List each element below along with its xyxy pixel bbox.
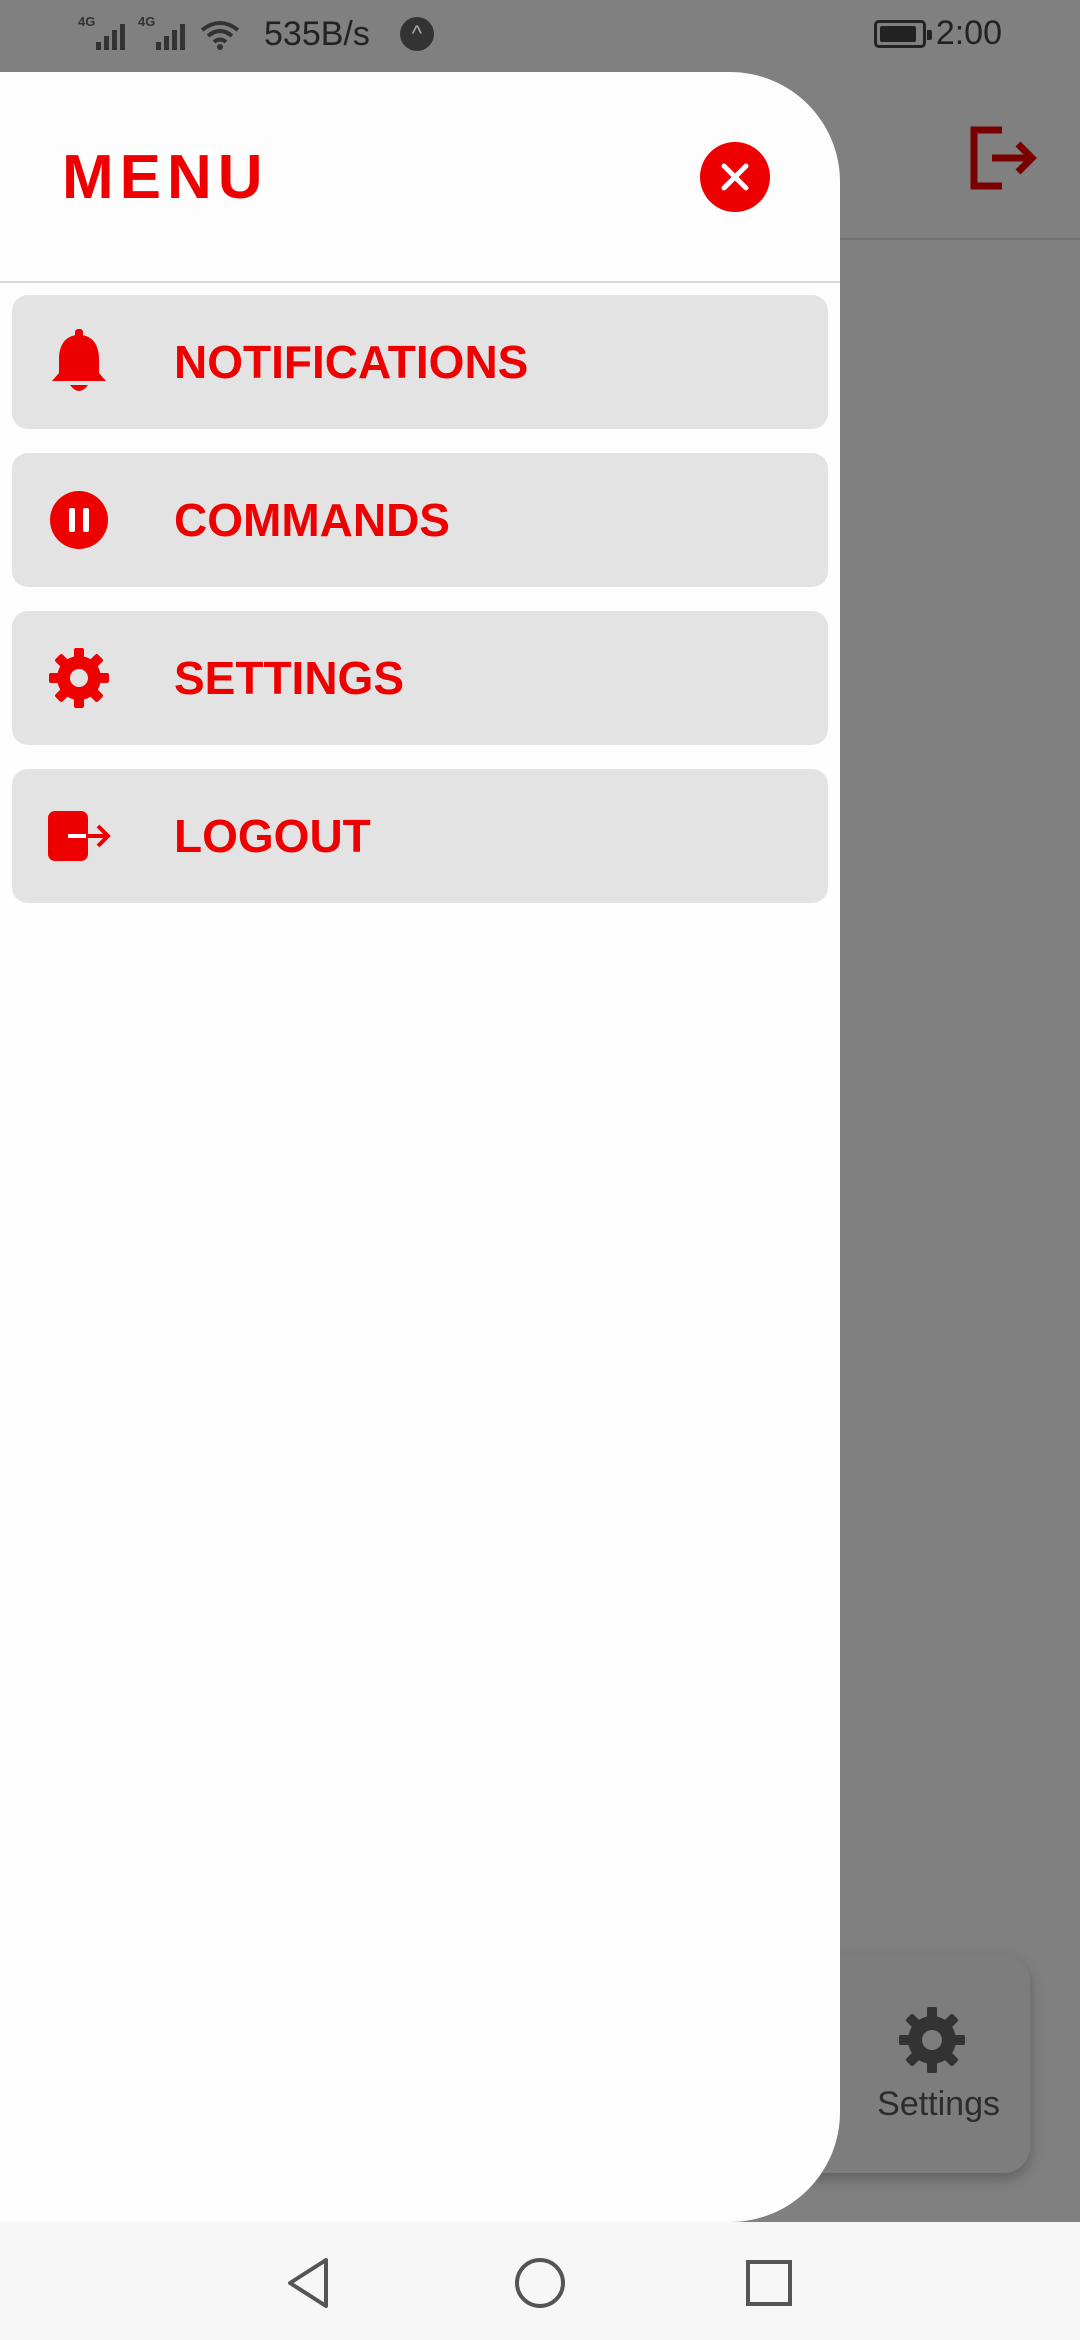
- menu-item-label: COMMANDS: [174, 494, 450, 546]
- wifi-icon: [200, 21, 240, 50]
- menu-item-commands[interactable]: COMMANDS: [12, 453, 828, 587]
- network-type-label: 4G: [138, 14, 156, 29]
- drawer-title: MENU: [62, 143, 269, 212]
- signal-icon: 4G: [78, 14, 130, 54]
- status-bar-left: 4G 4G 535B/s ^: [78, 14, 434, 54]
- caret-up-badge-icon: ^: [399, 17, 434, 51]
- menu-item-logout[interactable]: LOGOUT: [12, 769, 828, 903]
- bell-icon: [44, 327, 114, 397]
- navigation-drawer: MENU NOTIFICATIONS COMMANDS SETTINGS LOG…: [0, 72, 840, 2222]
- back-button[interactable]: [282, 2256, 336, 2310]
- status-bar: 4G 4G 535B/s ^ 2:00: [0, 0, 1080, 72]
- battery-level: [879, 25, 916, 42]
- battery-icon: [873, 19, 932, 48]
- gear-icon: [899, 2007, 965, 2073]
- menu-item-notifications[interactable]: NOTIFICATIONS: [12, 295, 828, 429]
- network-type-label: 4G: [78, 14, 96, 29]
- recents-button[interactable]: [742, 2256, 796, 2310]
- back-icon: [288, 2258, 328, 2308]
- pause-circle-icon: [44, 485, 114, 555]
- logout-icon: [970, 126, 1037, 190]
- logout-icon: [44, 801, 114, 871]
- clock: 2:00: [935, 14, 1002, 52]
- gear-icon: [44, 643, 114, 713]
- menu-item-label: SETTINGS: [174, 652, 405, 704]
- home-icon: [515, 2258, 565, 2308]
- close-button[interactable]: [700, 142, 770, 212]
- home-button[interactable]: [513, 2256, 567, 2310]
- drawer-header: MENU: [0, 72, 840, 283]
- recents-icon: [746, 2260, 792, 2306]
- signal-icon: 4G: [138, 14, 190, 54]
- menu-list: NOTIFICATIONS COMMANDS SETTINGS LOGOUT: [0, 283, 840, 903]
- close-icon: [721, 163, 749, 191]
- network-speed: 535B/s: [264, 14, 370, 53]
- system-navigation-bar: [0, 2222, 1080, 2340]
- menu-item-label: NOTIFICATIONS: [174, 336, 529, 388]
- menu-item-label: LOGOUT: [174, 810, 371, 862]
- menu-item-settings[interactable]: SETTINGS: [12, 611, 828, 745]
- status-bar-right: 2:00: [873, 14, 1002, 53]
